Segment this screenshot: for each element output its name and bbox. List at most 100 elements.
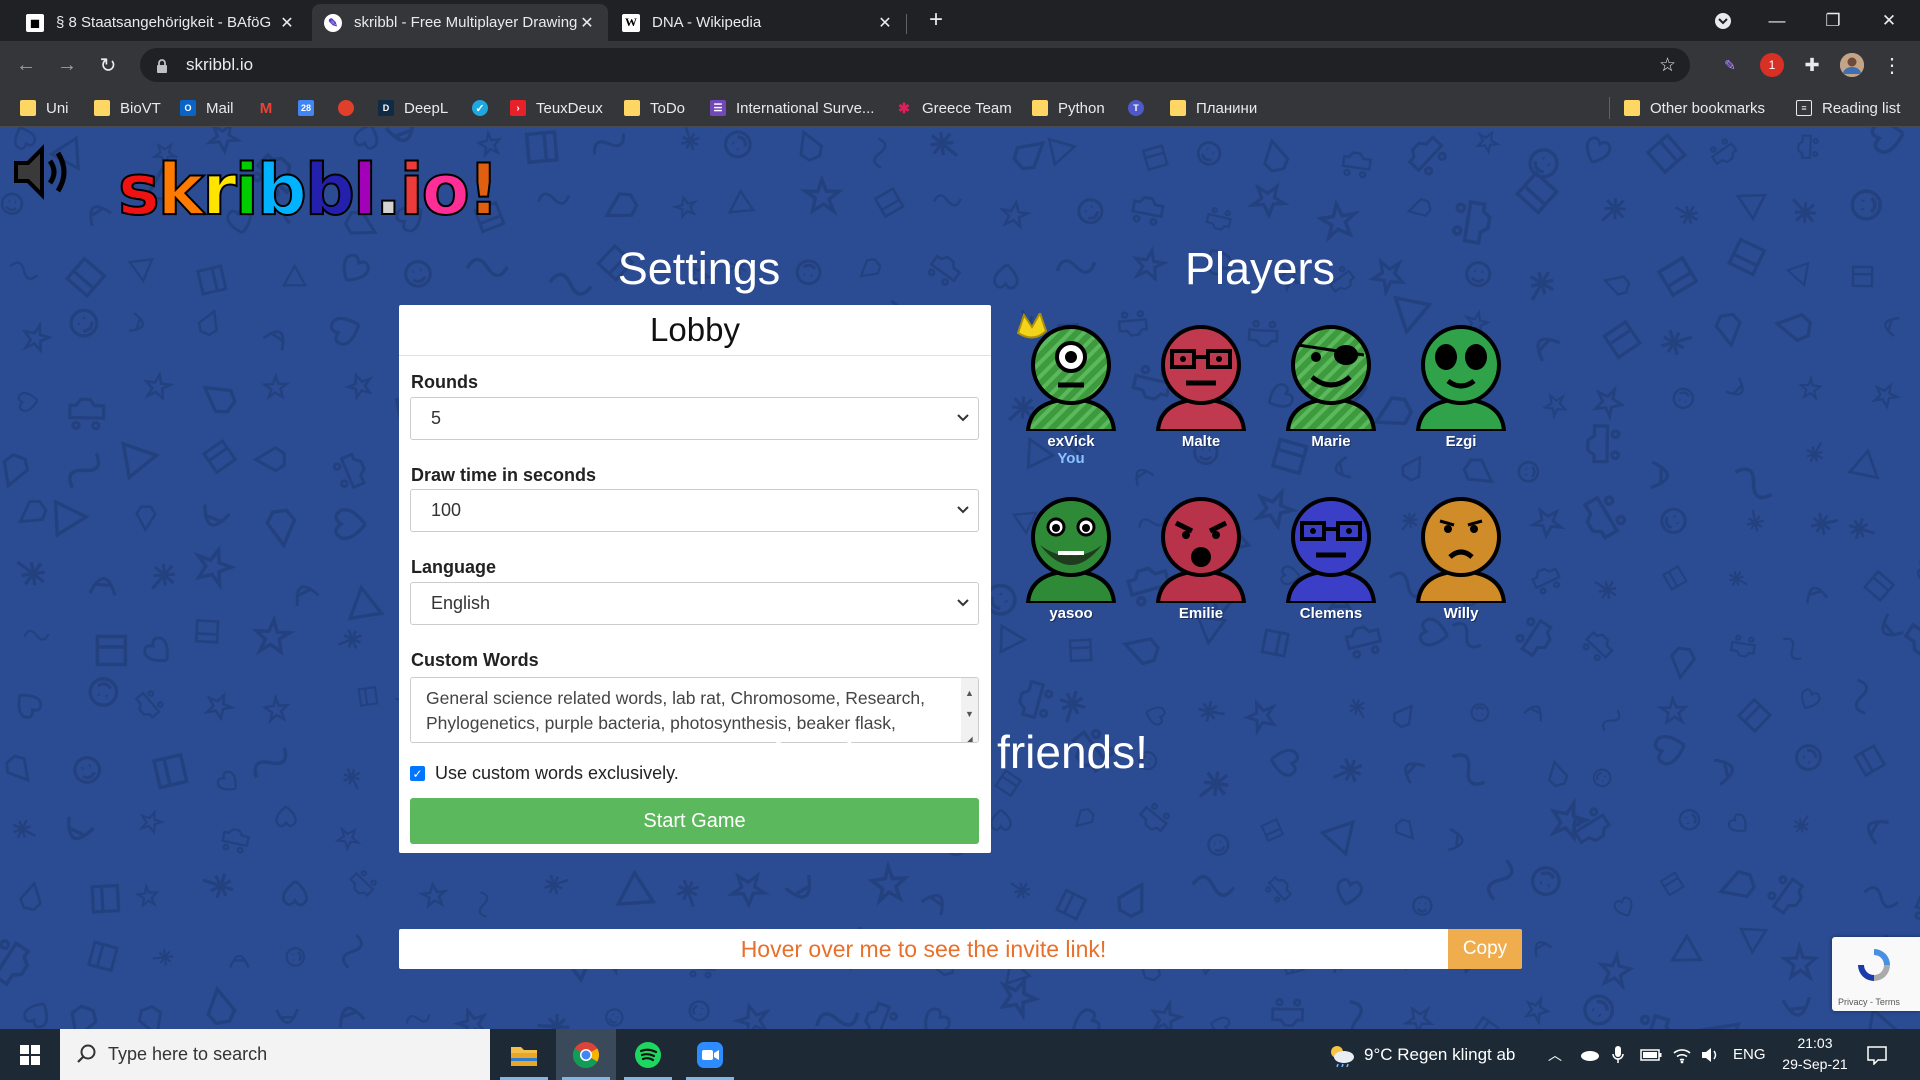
bookmark-check[interactable]: ✓	[472, 98, 488, 118]
doodle-shape	[337, 629, 363, 649]
player-you-label: You	[1057, 450, 1085, 467]
show-hidden-icons-icon[interactable]: ︿	[1548, 1029, 1562, 1080]
pen-extension-icon[interactable]: ✎	[1718, 53, 1742, 77]
close-tab-icon[interactable]: ✕	[578, 13, 596, 33]
onedrive-icon[interactable]	[1578, 1029, 1600, 1080]
drawtime-select[interactable]: 100	[410, 489, 979, 532]
rounds-select[interactable]: 5	[410, 397, 979, 440]
tab-title: skribbl - Free Multiplayer Drawing	[354, 14, 578, 31]
extensions-puzzle-icon[interactable]: ✚	[1800, 53, 1824, 77]
profile-avatar[interactable]	[1840, 53, 1864, 77]
minimize-icon[interactable]: —	[1754, 0, 1800, 41]
bookmark-biovt[interactable]: BioVT	[94, 98, 161, 118]
new-tab-button[interactable]: +	[922, 6, 950, 34]
taskbar-search-input[interactable]: Type here to search	[60, 1029, 490, 1080]
speaker-icon[interactable]	[12, 143, 72, 206]
bookmark-label: TeuxDeux	[536, 99, 603, 117]
doodle-shape	[1447, 828, 1464, 852]
weather-widget[interactable]: 9°C Regen klingt ab	[1328, 1029, 1515, 1080]
volume-icon[interactable]	[1700, 1029, 1720, 1080]
reload-icon[interactable]: ↻	[92, 49, 124, 81]
bookmark-star-icon[interactable]: ☆	[1659, 54, 1676, 77]
close-tab-icon[interactable]: ✕	[876, 13, 894, 33]
doodle-shape	[1131, 195, 1165, 226]
doodle-shape	[1263, 138, 1290, 173]
bookmark-tomato[interactable]	[338, 98, 354, 118]
doodle-shape	[1406, 197, 1432, 217]
chrome-taskbar-icon[interactable]	[556, 1029, 616, 1080]
doodle-shape	[680, 127, 700, 151]
doodle-shape	[1728, 570, 1748, 587]
player-card: Clemens	[1266, 485, 1396, 622]
bookmark-international-survey[interactable]: ☰ International Surve...	[710, 98, 874, 118]
chrome-menu-icon[interactable]: ⋮	[1880, 53, 1904, 77]
tab-bafog[interactable]: ◼ § 8 Staatsangehörigkeit - BAföG ✕	[14, 4, 308, 41]
doodle-shape	[0, 939, 31, 987]
doodle-shape	[1659, 871, 1685, 897]
doodle-shape	[338, 1006, 366, 1028]
doodle-shape	[135, 505, 157, 533]
address-bar[interactable]: skribbl.io ☆	[140, 48, 1690, 82]
back-icon[interactable]: ←	[10, 49, 42, 81]
doodle-shape	[1678, 808, 1701, 831]
doodle-shape	[1793, 814, 1809, 833]
bookmark-python[interactable]: Python	[1032, 98, 1105, 118]
doodle-shape	[70, 1004, 98, 1029]
recaptcha-links[interactable]: Privacy - Terms	[1838, 997, 1900, 1007]
doodle-shape	[1725, 377, 1744, 396]
bookmark-greece-team[interactable]: ✱ Greece Team	[896, 98, 1012, 118]
zoom-icon[interactable]	[680, 1029, 740, 1080]
doodle-shape	[1806, 441, 1824, 463]
reading-list-button[interactable]: ≡ Reading list	[1796, 98, 1900, 118]
bookmark-uni[interactable]: Uni	[20, 98, 69, 118]
doodle-shape	[1781, 996, 1811, 1017]
settings-title: Settings	[617, 243, 781, 294]
start-game-button[interactable]: Start Game	[410, 798, 979, 844]
close-tab-icon[interactable]: ✕	[278, 13, 296, 33]
bookmark-teuxdeux[interactable]: › TeuxDeux	[510, 98, 603, 118]
doodle-shape	[1847, 448, 1880, 480]
doodle-shape	[1260, 628, 1290, 658]
scroll-down-icon[interactable]: ▼	[965, 702, 974, 727]
player-avatar	[1285, 325, 1377, 431]
bookmark-teams[interactable]: T	[1128, 98, 1144, 118]
bookmark-planini[interactable]: Планини	[1170, 98, 1257, 118]
language-select[interactable]: English	[410, 582, 979, 625]
bookmark-todo[interactable]: ToDo	[624, 98, 685, 118]
battery-icon[interactable]	[1640, 1029, 1662, 1080]
bookmark-label: BioVT	[120, 99, 161, 117]
microphone-icon[interactable]	[1612, 1029, 1624, 1080]
doodle-shape	[1870, 382, 1901, 410]
recaptcha-badge[interactable]: Privacy - Terms	[1832, 937, 1920, 1011]
extension-badge-icon[interactable]: 1	[1760, 53, 1784, 77]
taskbar-clock[interactable]: 21:03 29-Sep-21	[1765, 1033, 1865, 1075]
file-explorer-icon[interactable]	[494, 1029, 554, 1080]
doodle-shape	[1055, 888, 1088, 921]
invite-link-field[interactable]: Hover over me to see the invite link!	[399, 929, 1448, 969]
bookmark-gmail[interactable]: M	[258, 98, 274, 118]
bookmark-other[interactable]: Other bookmarks	[1624, 98, 1765, 118]
wifi-icon[interactable]	[1672, 1029, 1692, 1080]
doodle-shape	[95, 634, 128, 667]
doodle-shape	[676, 879, 700, 908]
doodle-shape	[727, 188, 756, 214]
doodle-shape	[1117, 881, 1144, 919]
tab-search-icon[interactable]	[1700, 0, 1746, 41]
restore-icon[interactable]: ❐	[1810, 0, 1856, 41]
copy-button[interactable]: Copy	[1448, 929, 1522, 969]
input-language[interactable]: ENG	[1733, 1029, 1766, 1080]
tab-skribbl[interactable]: ✎ skribbl - Free Multiplayer Drawing ✕	[312, 4, 608, 41]
bookmark-mail[interactable]: O Mail	[180, 98, 234, 118]
doodle-shape	[1210, 1016, 1231, 1029]
notification-icon[interactable]	[1866, 1029, 1888, 1080]
invite-title: Invite your friends!	[772, 726, 1148, 778]
doodle-shape	[53, 499, 90, 538]
bookmark-calendar[interactable]: 28	[298, 98, 314, 118]
close-window-icon[interactable]: ✕	[1866, 0, 1912, 41]
bookmark-deepl[interactable]: D DeepL	[378, 98, 448, 118]
language-label: Language	[411, 557, 497, 577]
forward-icon[interactable]: →	[51, 49, 83, 81]
tab-wikipedia[interactable]: W DNA - Wikipedia ✕	[610, 4, 906, 41]
windows-start-icon[interactable]	[0, 1029, 60, 1080]
spotify-icon[interactable]	[618, 1029, 678, 1080]
